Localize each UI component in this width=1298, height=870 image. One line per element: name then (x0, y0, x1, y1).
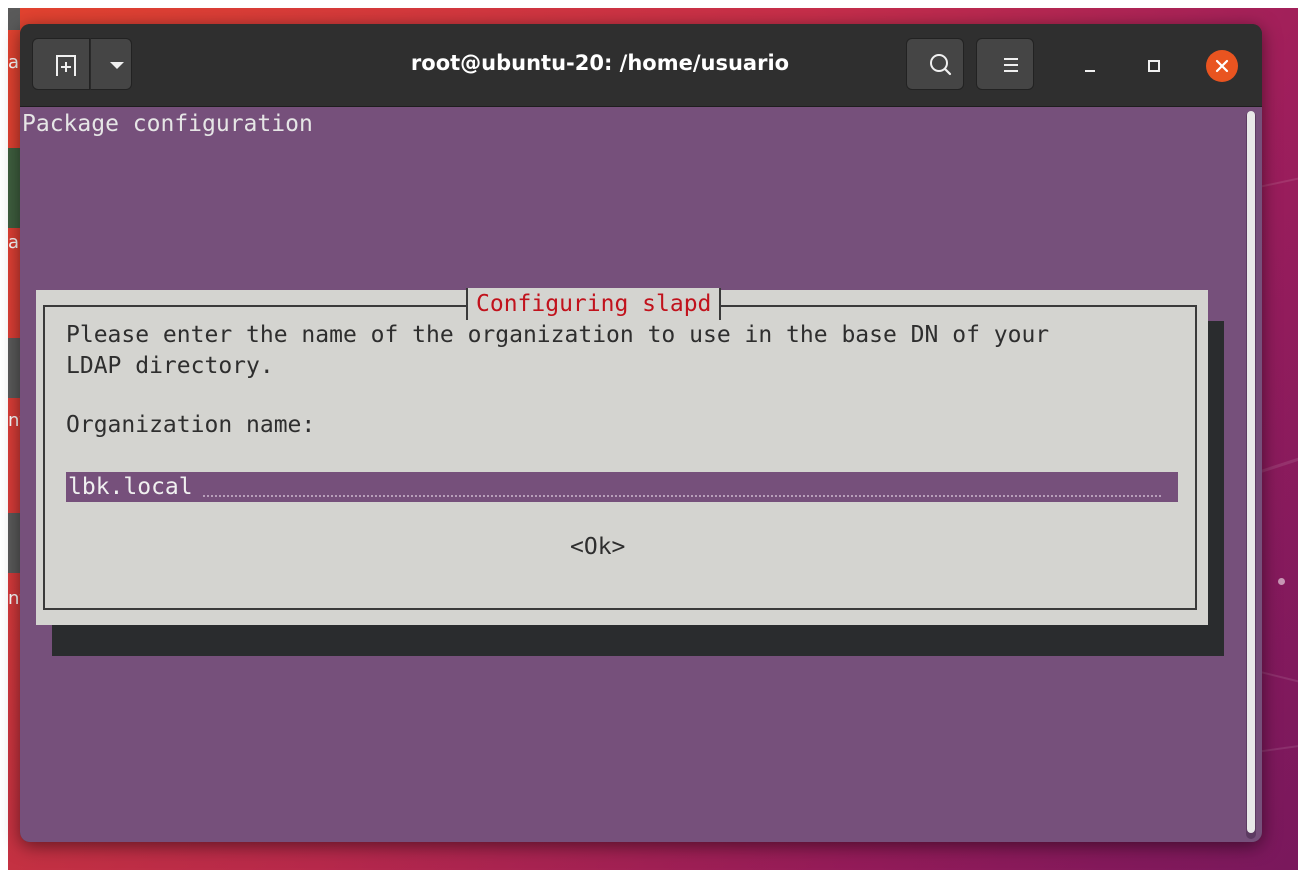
close-button[interactable] (1206, 50, 1238, 82)
search-button[interactable] (906, 38, 964, 90)
scrollbar-thumb[interactable] (1247, 111, 1255, 833)
maximize-button[interactable] (1138, 50, 1170, 82)
new-tab-button[interactable] (32, 38, 90, 90)
main-menu-button[interactable] (976, 38, 1034, 90)
desktop-label-fragment: a (8, 232, 20, 253)
terminal-scrollbar[interactable] (1246, 111, 1256, 839)
desktop-icon-fragment[interactable] (8, 513, 20, 573)
desktop-icon-fragment[interactable] (8, 8, 20, 30)
maximize-icon (1148, 60, 1160, 72)
dialog-title: Configuring slapd (466, 288, 722, 320)
search-icon (930, 54, 952, 76)
hamburger-icon (1004, 58, 1018, 72)
desktop-label-fragment: a (8, 52, 20, 73)
tab-menu-dropdown-button[interactable] (90, 38, 132, 90)
ok-button[interactable]: <Ok> (570, 534, 625, 560)
dialog-prompt: Please enter the name of the organizatio… (66, 320, 1049, 382)
organization-name-label: Organization name: (66, 412, 316, 438)
chevron-down-icon (110, 62, 124, 69)
terminal-area[interactable]: Package configuration Configuring slapd … (20, 107, 1262, 842)
dialog-prompt-line: LDAP directory. (66, 353, 274, 379)
desktop-icon-fragment[interactable] (8, 148, 20, 228)
desktop-dot (1278, 578, 1285, 585)
dialog-prompt-line: Please enter the name of the organizatio… (66, 322, 1050, 348)
terminal-header-text: Package configuration (22, 111, 313, 137)
window-title: root@ubuntu-20: /home/usuario (410, 51, 790, 75)
titlebar: root@ubuntu-20: /home/usuario (20, 24, 1262, 107)
input-fill-dots (202, 494, 1162, 502)
terminal-window: root@ubuntu-20: /home/usuario Package co… (20, 24, 1262, 842)
minimize-button[interactable] (1074, 50, 1106, 82)
new-tab-icon (56, 55, 76, 76)
close-icon (1215, 59, 1229, 73)
slapd-config-dialog: Configuring slapd Please enter the name … (36, 288, 1208, 625)
desktop-icon-fragment[interactable] (8, 338, 20, 398)
minimize-icon (1085, 70, 1095, 72)
